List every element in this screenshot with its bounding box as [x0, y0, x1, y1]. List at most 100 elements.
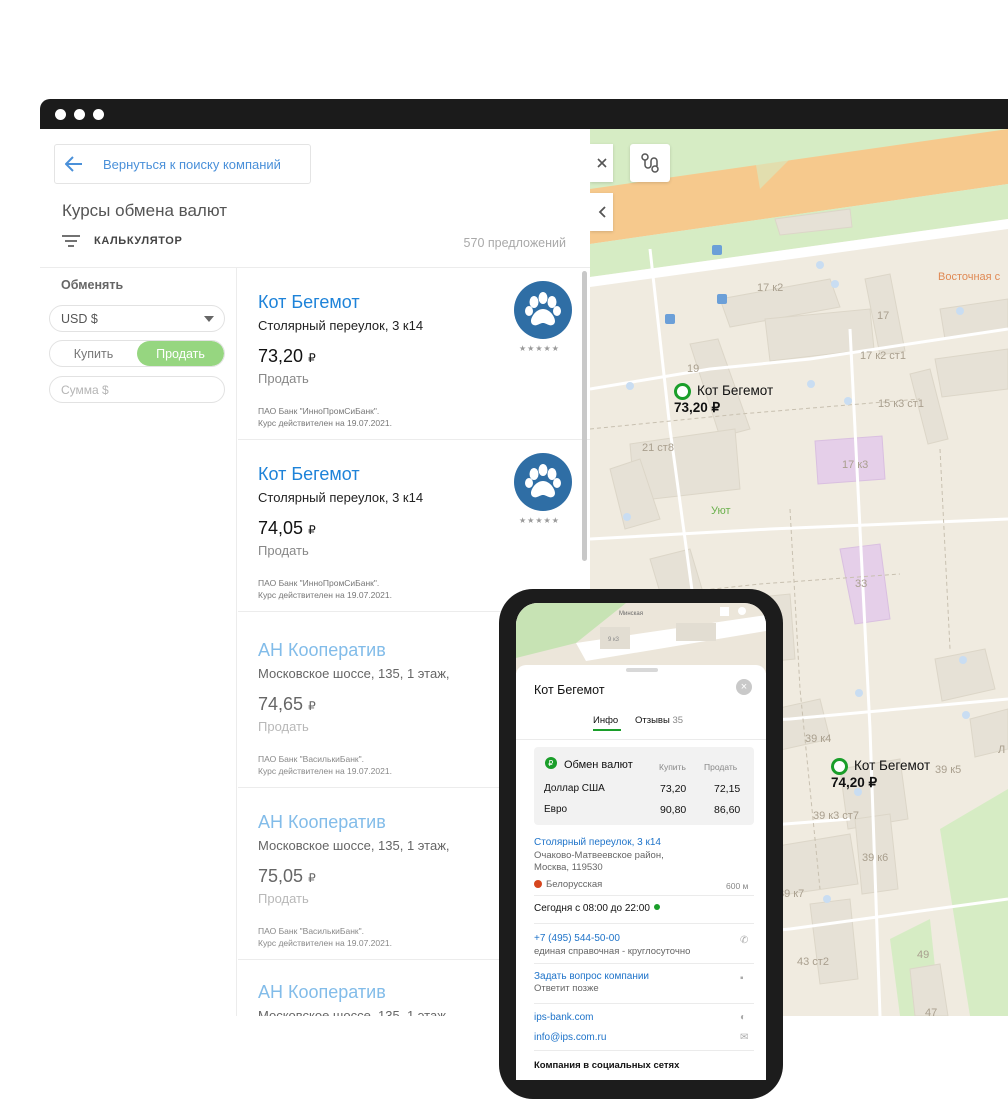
- offer-name[interactable]: Кот Бегемот: [258, 464, 360, 485]
- map-label: 39 к5: [935, 764, 961, 776]
- bank-name: ПАО Банк "ИнноПромСиБанк".: [258, 578, 380, 588]
- divider: [534, 1050, 754, 1051]
- offer-card[interactable]: Кот Бегемот Столярный переулок, 3 к14 73…: [238, 268, 590, 440]
- tab-reviews[interactable]: Отзывы 35: [635, 715, 683, 726]
- offer-price: 75,05 ₽: [258, 866, 316, 887]
- hours-text: Сегодня с 08:00 до 22:00: [534, 903, 650, 914]
- offer-card[interactable]: Кот Бегемот Столярный переулок, 3 к14 74…: [238, 440, 590, 612]
- scrollbar[interactable]: [582, 271, 587, 561]
- back-to-search-button[interactable]: Вернуться к поиску компаний: [54, 144, 311, 184]
- close-icon[interactable]: ×: [736, 679, 752, 695]
- buy-option[interactable]: Купить: [50, 341, 137, 366]
- phone-link[interactable]: +7 (495) 544-50-00: [534, 933, 620, 944]
- col-sell: Продать: [704, 762, 738, 772]
- offer-mode: Продать: [258, 891, 309, 906]
- exchange-title: Обмен валют: [564, 759, 633, 771]
- offer-mode: Продать: [258, 371, 309, 386]
- offer-address: Столярный переулок, 3 к14: [258, 318, 424, 333]
- rate-validity: Курс действителен на 19.07.2021.: [258, 418, 392, 428]
- map-marker[interactable]: Кот Бегемот 73,20 ₽: [674, 383, 773, 416]
- district: Очаково-Матвеевское район,: [534, 850, 664, 861]
- paw-icon: [525, 464, 561, 498]
- offer-name[interactable]: Кот Бегемот: [258, 292, 360, 313]
- offer-name[interactable]: АН Кооператив: [258, 640, 386, 661]
- company-title: Кот Бегемот: [534, 683, 605, 697]
- website-link[interactable]: ips-bank.com: [534, 1012, 593, 1023]
- window-dot[interactable]: [74, 109, 85, 120]
- mail-icon: ✉: [740, 1032, 749, 1043]
- map-label: Л: [998, 744, 1005, 756]
- social-title: Компания в социальных сетях: [534, 1060, 680, 1071]
- phone-map-label: Минская: [619, 611, 643, 617]
- price-value: 75,05: [258, 866, 304, 886]
- metro-row: Белорусская: [534, 879, 602, 891]
- divider: [534, 963, 754, 964]
- rate-buy: 73,20: [660, 783, 687, 795]
- collapse-panel-button[interactable]: [590, 193, 613, 231]
- active-tab-indicator: [593, 729, 621, 731]
- offer-bank-note: ПАО Банк "ВасилькиБанк". Курс действителе…: [258, 753, 392, 777]
- divider: [534, 1003, 754, 1004]
- open-status-icon: [653, 904, 660, 910]
- company-logo: [514, 453, 572, 511]
- ask-question-link[interactable]: Задать вопрос компании: [534, 971, 649, 982]
- tab-info[interactable]: Инфо: [593, 715, 618, 726]
- window-dot[interactable]: [55, 109, 66, 120]
- route-icon: [641, 153, 659, 173]
- offer-name[interactable]: АН Кооператив: [258, 812, 386, 833]
- paw-icon: [525, 292, 561, 326]
- currency-select[interactable]: USD $: [49, 305, 225, 332]
- chat-icon[interactable]: ▪: [740, 973, 750, 984]
- divider: [516, 739, 766, 740]
- close-map-button[interactable]: [590, 144, 613, 182]
- amount-input[interactable]: Сумма $: [49, 376, 225, 403]
- metro-name: Белорусская: [546, 879, 603, 890]
- filter-icon: [62, 235, 80, 247]
- sell-option[interactable]: Продать: [137, 341, 224, 366]
- price-value: 74,65: [258, 694, 304, 714]
- phone-map: Минская 9 к3: [516, 603, 766, 673]
- phone-icon[interactable]: ✆: [740, 935, 750, 946]
- rate-validity: Курс действителен на 19.07.2021.: [258, 938, 392, 948]
- offer-price: 74,05 ₽: [258, 518, 316, 539]
- tab-reviews-label: Отзывы: [635, 715, 670, 726]
- map-label: 15 к3 ст1: [878, 398, 924, 410]
- phone-screen: Минская 9 к3 Кот Бегемот × Инфо Отзывы 3…: [516, 603, 766, 1080]
- metro-distance: 600 м: [726, 881, 749, 891]
- currency-value: USD $: [61, 312, 98, 326]
- marker-name: Кот Бегемот: [697, 383, 774, 398]
- page-title: Курсы обмена валют: [62, 201, 228, 220]
- map-marker[interactable]: Кот Бегемот 74,20 ₽: [831, 758, 930, 791]
- offer-bank-note: ПАО Банк "ИнноПромСиБанк". Курс действите…: [258, 405, 392, 429]
- filters-sidebar: Обменять USD $ Купить Продать Сумма $: [40, 268, 237, 1016]
- divider: [534, 923, 754, 924]
- buy-sell-toggle[interactable]: Купить Продать: [49, 340, 225, 367]
- rate-currency: Евро: [544, 804, 568, 815]
- address-link[interactable]: Столярный переулок, 3 к14: [534, 837, 661, 848]
- bank-name: ПАО Банк "ВасилькиБанк".: [258, 754, 365, 764]
- email-link[interactable]: info@ips.com.ru: [534, 1032, 606, 1043]
- bank-name: ПАО Банк "ИнноПромСиБанк".: [258, 406, 380, 416]
- globe-icon: ◐: [740, 1012, 747, 1023]
- window-titlebar: [40, 99, 1008, 129]
- exchange-label: Обменять: [61, 278, 124, 292]
- route-button[interactable]: [630, 144, 670, 182]
- offer-price: 74,65 ₽: [258, 694, 316, 715]
- offer-mode: Продать: [258, 719, 309, 734]
- marker-price: 74,20 ₽: [831, 775, 878, 790]
- offer-name[interactable]: АН Кооператив: [258, 982, 386, 1003]
- calculator-toggle[interactable]: КАЛЬКУЛЯТОР: [62, 235, 182, 247]
- phone-note: единая справочная - круглосуточно: [534, 946, 691, 957]
- offer-address: Столярный переулок, 3 к14: [258, 490, 424, 505]
- offer-mode: Продать: [258, 543, 309, 558]
- drag-handle[interactable]: [626, 668, 658, 672]
- map-label: 39 к4: [805, 733, 831, 745]
- window-dot[interactable]: [93, 109, 104, 120]
- offer-address: Московское шоссе, 135, 1 этаж,: [258, 1008, 450, 1016]
- map-label: 17: [877, 310, 889, 322]
- currency-sign: ₽: [308, 523, 316, 537]
- arrow-left-icon: [65, 156, 82, 172]
- rate-currency: Доллар США: [544, 783, 605, 794]
- offer-address: Московское шоссе, 135, 1 этаж,: [258, 666, 450, 681]
- rating-stars: ★★★★★: [519, 344, 560, 353]
